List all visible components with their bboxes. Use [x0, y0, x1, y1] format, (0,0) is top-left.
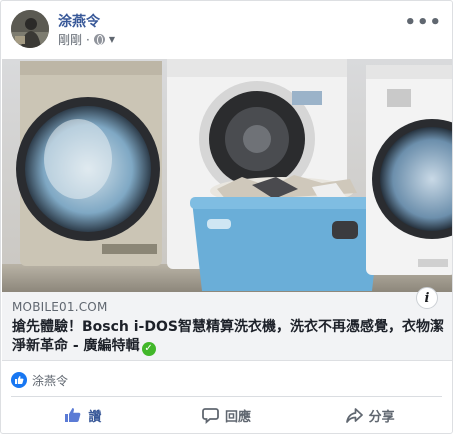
action-bar: 讚 回應 分享 [11, 399, 442, 431]
verified-check-icon: ✓ [141, 342, 156, 356]
like-label: 讚 [88, 409, 102, 425]
post-header: 涂燕令 剛剛 · ▼ ••• [11, 10, 442, 50]
timestamp[interactable]: 剛剛 [58, 31, 82, 48]
post-meta: 剛剛 · ▼ [58, 31, 115, 48]
reaction-summary[interactable]: 涂燕令 [11, 371, 68, 389]
dot-separator: · [86, 32, 90, 47]
share-icon [345, 407, 363, 423]
comment-label: 回應 [225, 409, 252, 425]
globe-icon[interactable] [93, 34, 105, 45]
link-title-text[interactable]: 搶先體驗！Bosch i-DOS智慧精算洗衣機，洗衣不再憑感覺，衣物潔淨新革命 … [12, 319, 444, 354]
chevron-down-icon[interactable]: ▼ [109, 35, 115, 44]
comment-button[interactable]: 回應 [155, 399, 299, 431]
share-button[interactable]: 分享 [298, 399, 442, 431]
like-reaction-icon [11, 372, 27, 388]
like-button[interactable]: 讚 [11, 399, 155, 431]
link-title[interactable]: 搶先體驗！Bosch i-DOS智慧精算洗衣機，洗衣不再憑感覺，衣物潔淨新革命 … [12, 318, 444, 356]
comment-icon [202, 407, 219, 424]
share-label: 分享 [368, 409, 395, 425]
link-preview[interactable]: MOBILE01.COM 搶先體驗！Bosch i-DOS智慧精算洗衣機，洗衣不… [2, 292, 452, 361]
info-icon[interactable]: i [416, 287, 438, 309]
thumbs-up-icon [65, 408, 81, 422]
divider [11, 396, 442, 397]
link-preview-image[interactable] [2, 59, 452, 292]
author-name[interactable]: 涂燕令 [58, 11, 100, 31]
more-icon[interactable]: ••• [404, 12, 442, 33]
avatar[interactable] [11, 10, 49, 48]
post-card: 涂燕令 剛剛 · ▼ ••• MOBILE01.COM 搶先體驗！Bosch i… [0, 0, 453, 434]
link-domain: MOBILE01.COM [12, 300, 108, 314]
reaction-names[interactable]: 涂燕令 [32, 372, 68, 389]
